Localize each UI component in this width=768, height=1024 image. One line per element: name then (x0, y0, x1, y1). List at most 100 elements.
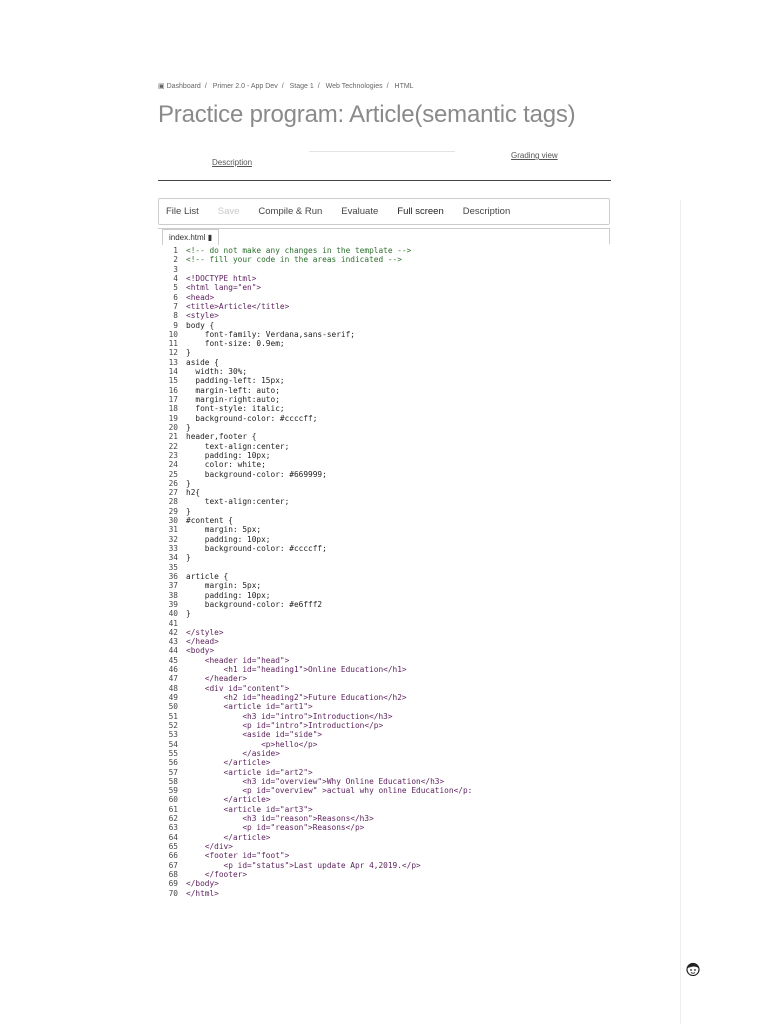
breadcrumb-dashboard[interactable]: Dashboard (167, 83, 201, 90)
line-number: 21 (168, 432, 178, 442)
code-text: </style> (186, 627, 224, 637)
code-line: 2 <!-- fill your code in the areas indica… (160, 255, 472, 264)
editor-toolbar: File List Save Compile & Run Evaluate Fu… (158, 198, 610, 225)
line-number: 67 (168, 860, 178, 870)
line-number: 17 (168, 395, 178, 404)
save-button[interactable]: Save (218, 206, 240, 217)
code-text: <p id="overview" >actual why online Educ… (186, 786, 473, 796)
code-line: 69 </body> (160, 879, 472, 888)
code-text: #content { (186, 516, 233, 526)
avatar-icon[interactable] (686, 962, 700, 976)
code-line: 62 <h3 id="reason">Reasons</h3> (160, 814, 472, 823)
line-number: 52 (168, 720, 178, 730)
code-text: <aside id="side"> (186, 730, 323, 740)
line-number: 20 (168, 422, 178, 432)
line-number: 57 (168, 767, 178, 777)
code-editor[interactable]: 1 <!-- do not make any changes in the tem… (160, 246, 473, 898)
breadcrumb: ▣ Dashboard / Primer 2.0 - App Dev / Stage… (158, 83, 414, 90)
code-text: padding: 10px; (186, 590, 271, 600)
file-tab-label: index.html (169, 233, 206, 242)
code-text: <h1 id="heading1">Online Education</h1> (186, 665, 407, 675)
code-text: padding-left: 15px; (186, 376, 285, 386)
line-number: 31 (168, 525, 178, 535)
code-line: 55 </aside> (160, 749, 472, 758)
full-screen-button[interactable]: Full screen (397, 206, 443, 217)
code-text: <article id="art1"> (186, 702, 313, 712)
line-number: 68 (168, 869, 178, 879)
code-text: background-color: #669999; (186, 469, 327, 479)
code-line: 70 </html> (160, 889, 472, 898)
code-text: } (186, 609, 191, 619)
grading-view-link[interactable]: Grading view (511, 151, 558, 160)
code-text: } (186, 348, 191, 358)
code-line: 51 <h3 id="intro">Introduction</h3> (160, 712, 472, 721)
line-number: 36 (168, 571, 178, 581)
code-text: </footer> (186, 869, 248, 879)
code-line: 3 (160, 265, 472, 274)
evaluate-button[interactable]: Evaluate (341, 206, 378, 217)
line-number: 63 (168, 823, 178, 833)
line-number: 40 (168, 609, 178, 619)
code-text: </aside> (186, 748, 280, 758)
line-number: 32 (168, 534, 178, 544)
code-line: 66 <footer id="foot"> (160, 851, 472, 860)
code-line: 17 margin-right:auto; (160, 395, 472, 404)
code-text: <!-- fill your code in the areas indicat… (186, 255, 402, 265)
code-line: 49 <h2 id="heading2">Future Education</h… (160, 693, 472, 702)
code-text: background-color: #ccccff; (186, 413, 318, 423)
line-number: 39 (168, 599, 178, 609)
code-text: </header> (186, 674, 248, 684)
description-button[interactable]: Description (463, 206, 511, 217)
code-text: <p id="status">Last update Apr 4,2019.</… (186, 860, 421, 870)
line-number: 25 (168, 469, 178, 479)
code-line: 14 width: 30%; (160, 367, 472, 376)
line-number: 22 (168, 441, 178, 451)
line-number: 24 (168, 460, 178, 470)
code-text: } (186, 553, 191, 563)
file-tab-index-html[interactable]: index.html ▮ (162, 229, 220, 245)
line-number: 37 (168, 581, 178, 591)
line-number: 18 (168, 404, 178, 414)
compile-run-button[interactable]: Compile & Run (258, 206, 322, 217)
code-line: 63 <p id="reason">Reasons</p> (160, 823, 472, 832)
code-text: <style> (186, 311, 219, 321)
code-line: 27 h2{ (160, 488, 472, 497)
file-list-button[interactable]: File List (166, 206, 199, 217)
code-line: 35 (160, 563, 472, 572)
code-text: color: white; (186, 460, 266, 470)
code-line: 5 <html lang="en"> (160, 283, 472, 292)
line-number: 12 (168, 348, 178, 358)
code-line: 65 </div> (160, 842, 472, 851)
file-tab-bar (158, 228, 610, 244)
line-number: 6 (173, 292, 178, 302)
line-number: 55 (168, 748, 178, 758)
code-text: <div id="content"> (186, 683, 290, 693)
code-text: font-style: italic; (186, 404, 285, 414)
line-number: 60 (168, 795, 178, 805)
code-line: 37 margin: 5px; (160, 581, 472, 590)
code-line: 32 padding: 10px; (160, 535, 472, 544)
breadcrumb-primer[interactable]: Primer 2.0 - App Dev (213, 83, 278, 90)
code-text: <html lang="en"> (186, 283, 262, 293)
description-link[interactable]: Description (212, 158, 252, 167)
code-text: width: 30%; (186, 367, 248, 377)
breadcrumb-web-tech[interactable]: Web Technologies (326, 83, 383, 90)
code-text: } (186, 422, 191, 432)
line-number: 49 (168, 693, 178, 702)
line-number: 28 (168, 497, 178, 507)
code-line: 8 <style> (160, 311, 472, 320)
code-line: 52 <p id="intro">Introduction</p> (160, 721, 472, 730)
breadcrumb-stage[interactable]: Stage 1 (290, 83, 314, 90)
code-line: 41 (160, 619, 472, 628)
line-number: 59 (168, 786, 178, 796)
code-text: <article id="art3"> (186, 804, 313, 814)
line-number: 65 (168, 842, 178, 851)
line-number: 26 (168, 478, 178, 488)
code-line: 6 <head> (160, 293, 472, 302)
code-line: 21 header,footer { (160, 432, 472, 441)
line-number: 13 (168, 357, 178, 367)
line-number: 16 (168, 385, 178, 395)
code-text: </html> (186, 888, 219, 898)
code-text: </article> (186, 758, 271, 768)
line-number: 23 (168, 450, 178, 460)
